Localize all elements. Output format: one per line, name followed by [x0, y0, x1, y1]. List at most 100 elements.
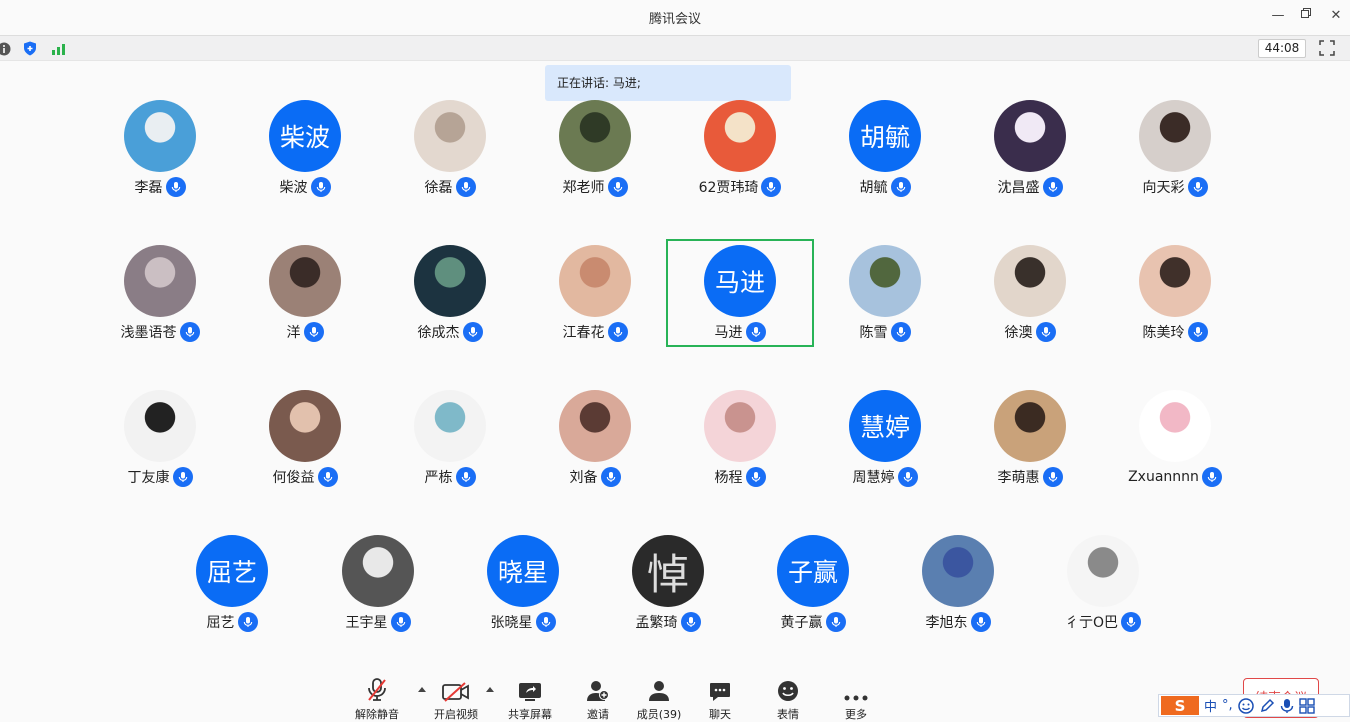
participant-tile[interactable]: 徐磊 [375, 100, 525, 220]
avatar [414, 390, 486, 462]
avatar: 柴波 [269, 100, 341, 172]
participant-name-line: 周慧婷 [810, 467, 960, 487]
window-title: 腾讯会议 [648, 12, 701, 27]
participant-tile[interactable]: 柴波 柴波 [230, 100, 380, 220]
participant-name: 李旭东 [925, 615, 968, 631]
participant-name: 沈昌盛 [997, 180, 1040, 196]
participant-tile[interactable]: 丁友康 [85, 390, 235, 510]
unmute-button[interactable]: 解除静音 [347, 676, 407, 722]
members-button[interactable]: 成员(39) [629, 676, 689, 722]
reactions-button[interactable]: 表情 [758, 676, 818, 722]
share-screen-button[interactable]: 共享屏幕 [500, 676, 560, 722]
fullscreen-icon[interactable] [1319, 40, 1335, 60]
participant-tile[interactable]: 徐澳 [955, 245, 1105, 365]
participant-name-line: 彳亍O巴 [1028, 612, 1178, 632]
participant-tile[interactable]: 洋 [230, 245, 380, 365]
avatar: 胡毓 [849, 100, 921, 172]
video-options-caret[interactable] [486, 687, 494, 692]
participant-tile[interactable]: 何俊益 [230, 390, 380, 510]
participant-tile[interactable]: 严栋 [375, 390, 525, 510]
mic-icon [897, 467, 918, 487]
ime-punctuation[interactable]: °, [1222, 698, 1233, 713]
mic-icon [455, 177, 476, 197]
participant-tile[interactable]: 刘备 [520, 390, 670, 510]
participant-tile[interactable]: 62贾玮琦 [665, 100, 815, 220]
avatar [704, 390, 776, 462]
participant-name-line: 郑老师 [520, 177, 670, 197]
participant-name: 徐成杰 [417, 325, 460, 341]
avatar [922, 535, 994, 607]
avatar [994, 390, 1066, 462]
info-icon[interactable] [0, 41, 11, 60]
minimize-button[interactable]: — [1268, 6, 1288, 26]
avatar [1139, 100, 1211, 172]
participant-tile[interactable]: 屈艺 屈艺 [157, 535, 307, 655]
participant-tile[interactable]: Zxuannnn [1100, 390, 1250, 510]
participant-tile[interactable]: 陈雪 [810, 245, 960, 365]
participant-name-line: 何俊益 [230, 467, 380, 487]
participant-tile[interactable]: 胡毓 胡毓 [810, 100, 960, 220]
participant-name: 洋 [286, 325, 301, 341]
avatar [414, 245, 486, 317]
participant-name: 张晓星 [490, 615, 533, 631]
mic-icon [600, 467, 621, 487]
participant-tile[interactable]: 慧婷 周慧婷 [810, 390, 960, 510]
mic-icon [1035, 322, 1056, 342]
mic-icon [310, 177, 331, 197]
participant-tile[interactable]: 悼孟繁琦 [593, 535, 743, 655]
avatar [1067, 535, 1139, 607]
participant-name: 柴波 [279, 180, 308, 196]
chat-button[interactable]: 聊天 [690, 676, 750, 722]
participant-tile[interactable]: 李萌惠 [955, 390, 1105, 510]
invite-button[interactable]: 邀请 [568, 676, 628, 722]
unmute-options-caret[interactable] [418, 687, 426, 692]
participant-name-line: 屈艺 [157, 612, 307, 632]
mic-icon [317, 467, 338, 487]
participant-name-line: 李萌惠 [955, 467, 1105, 487]
participant-tile[interactable]: 晓星 张晓星 [448, 535, 598, 655]
avatar [342, 535, 414, 607]
participant-tile[interactable]: 江春花 [520, 245, 670, 365]
video-button[interactable]: 开启视频 [426, 676, 486, 722]
participant-tile[interactable]: 徐成杰 [375, 245, 525, 365]
participant-tile[interactable]: 李磊 [85, 100, 235, 220]
participant-name: 江春花 [562, 325, 605, 341]
participant-name: 李磊 [134, 180, 163, 196]
avatar [559, 390, 631, 462]
participant-tile[interactable]: 郑老师 [520, 100, 670, 220]
participant-name: 何俊益 [272, 470, 315, 486]
participant-tile[interactable]: 彳亍O巴 [1028, 535, 1178, 655]
signal-icon[interactable] [51, 41, 67, 60]
avatar: 晓星 [487, 535, 559, 607]
participant-tile[interactable]: 陈美玲 [1100, 245, 1250, 365]
emoji-icon [778, 681, 798, 701]
status-bar: 44:08 [0, 35, 1350, 61]
participant-name: 62贾玮琦 [698, 180, 759, 196]
participant-tile[interactable]: 王宇星 [303, 535, 453, 655]
avatar-glyph: 悼 [646, 549, 689, 599]
shield-icon[interactable] [23, 41, 37, 60]
mic-icon [462, 322, 483, 342]
participant-tile[interactable]: 向天彩 [1100, 100, 1250, 220]
avatar [1139, 245, 1211, 317]
participant-name-line: 向天彩 [1100, 177, 1250, 197]
ime-language[interactable]: 中 [1204, 696, 1217, 715]
mic-icon [237, 612, 258, 632]
avatar [849, 245, 921, 317]
participant-name-line: 严栋 [375, 467, 525, 487]
mic-icon [172, 467, 193, 487]
avatar [994, 245, 1066, 317]
more-button[interactable]: 更多 [826, 676, 886, 722]
participant-tile[interactable]: 杨程 [665, 390, 815, 510]
more-icon [844, 695, 868, 701]
participant-tile[interactable]: 浅墨语苍 [85, 245, 235, 365]
participant-name: 黄子赢 [780, 615, 823, 631]
participant-tile[interactable]: 李旭东 [883, 535, 1033, 655]
sogou-logo-icon: S [1161, 696, 1199, 715]
participant-tile[interactable]: 沈昌盛 [955, 100, 1105, 220]
ime-toolbar[interactable]: S 中 °, [1158, 694, 1350, 717]
close-button[interactable]: ✕ [1326, 6, 1346, 26]
participant-tile[interactable]: 子赢 黄子赢 [738, 535, 888, 655]
participant-name: 丁友康 [127, 470, 170, 486]
maximize-button[interactable] [1296, 6, 1316, 26]
